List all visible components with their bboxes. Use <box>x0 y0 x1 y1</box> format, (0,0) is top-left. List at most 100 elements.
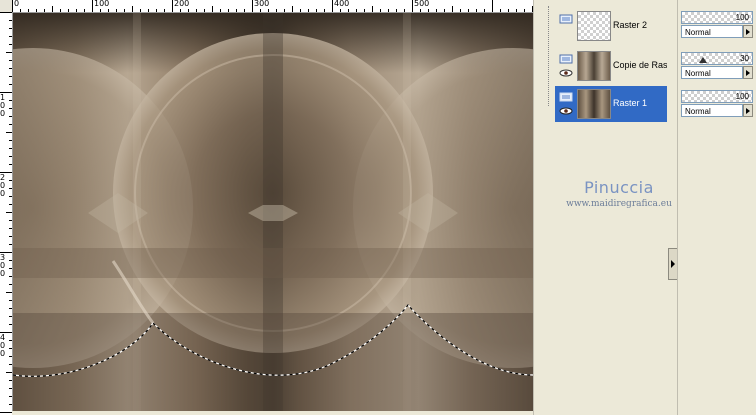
ruler-tick <box>212 6 213 12</box>
ruler-tick <box>52 6 53 12</box>
ruler-tick <box>156 9 157 12</box>
ruler-tick <box>9 396 12 397</box>
ruler-tick <box>9 228 12 229</box>
layer-name[interactable]: Raster 2 <box>613 20 667 30</box>
ruler-tick <box>116 9 117 12</box>
blend-mode-select[interactable]: Normal <box>681 104 743 117</box>
ruler-tick <box>348 9 349 12</box>
ruler-tick <box>500 9 501 12</box>
ruler-tick <box>9 20 12 21</box>
ruler-label: 500 <box>414 0 430 8</box>
ruler-tick <box>340 9 341 12</box>
opacity-value: 30 <box>740 54 749 63</box>
ruler-left[interactable]: 100 200 300 400 <box>0 12 13 415</box>
ruler-tick <box>6 132 12 133</box>
layer-visibility-icon[interactable] <box>559 92 573 102</box>
ruler-tick <box>9 68 12 69</box>
ruler-tick <box>524 9 525 12</box>
layer-tree-line <box>548 6 550 106</box>
ruler-tick <box>9 300 12 301</box>
ruler-tick <box>172 0 173 12</box>
ruler-label: 100 <box>0 93 6 118</box>
ruler-label: 200 <box>174 0 190 8</box>
ruler-tick <box>300 9 301 12</box>
blend-mode-select[interactable]: Normal <box>681 66 743 79</box>
ruler-tick <box>380 9 381 12</box>
ruler-tick <box>412 0 413 12</box>
ruler-tick <box>9 244 12 245</box>
ruler-tick <box>252 0 253 12</box>
ruler-tick <box>9 268 12 269</box>
eye-icon[interactable] <box>559 69 573 77</box>
ruler-tick <box>508 9 509 12</box>
ruler-tick <box>476 9 477 12</box>
blend-mode-select[interactable]: Normal <box>681 25 743 38</box>
ruler-tick <box>9 140 12 141</box>
ruler-tick <box>100 9 101 12</box>
slider-thumb-icon[interactable] <box>699 57 707 63</box>
ruler-tick <box>9 100 12 101</box>
dropdown-arrow-icon[interactable] <box>743 66 753 79</box>
ruler-tick <box>0 92 12 93</box>
ruler-tick <box>9 324 12 325</box>
ruler-tick <box>140 9 141 12</box>
layer-raster-2[interactable]: Raster 2 <box>555 8 667 44</box>
ruler-label: 0 <box>14 0 20 8</box>
watermark: Pinuccia www.maidiregrafica.eu <box>560 178 678 209</box>
ruler-top[interactable]: 0 100 200 300 400 500 <box>12 0 540 13</box>
ruler-tick <box>9 188 12 189</box>
layer-visibility-icon[interactable] <box>559 14 573 24</box>
ruler-tick <box>9 380 12 381</box>
ruler-tick <box>9 116 12 117</box>
ruler-tick <box>12 0 13 12</box>
ruler-tick <box>9 84 12 85</box>
ruler-label: 300 <box>0 253 6 278</box>
dropdown-arrow-icon[interactable] <box>743 25 753 38</box>
ruler-tick <box>0 412 12 413</box>
ruler-tick <box>9 76 12 77</box>
ruler-tick <box>9 148 12 149</box>
ruler-tick <box>308 9 309 12</box>
ruler-tick <box>228 9 229 12</box>
ruler-tick <box>36 9 37 12</box>
ruler-tick <box>324 9 325 12</box>
layer-thumbnail <box>577 51 611 81</box>
ruler-tick <box>68 9 69 12</box>
opacity-slider[interactable]: 30 <box>681 52 753 65</box>
ruler-tick <box>9 340 12 341</box>
expand-arrow-icon <box>671 260 675 268</box>
ruler-tick <box>0 332 12 333</box>
layer-name[interactable]: Raster 1 <box>613 98 667 108</box>
ruler-tick <box>372 6 373 12</box>
ruler-tick <box>292 6 293 12</box>
ruler-tick <box>9 36 12 37</box>
ruler-tick <box>0 12 12 13</box>
ruler-tick <box>468 9 469 12</box>
layer-copie-de-raster[interactable]: Copie de Ras <box>555 48 667 84</box>
ruler-tick <box>9 284 12 285</box>
ruler-tick <box>9 356 12 357</box>
ruler-tick <box>460 9 461 12</box>
canvas-artwork <box>13 13 533 415</box>
opacity-slider[interactable]: 100 <box>681 11 753 24</box>
ruler-tick <box>148 9 149 12</box>
image-canvas[interactable] <box>13 13 533 415</box>
layer-visibility-icon[interactable] <box>559 54 573 64</box>
ruler-tick <box>180 9 181 12</box>
ruler-tick <box>9 348 12 349</box>
ruler-tick <box>396 9 397 12</box>
opacity-slider[interactable]: 100 <box>681 90 753 103</box>
ruler-tick <box>492 0 493 12</box>
ruler-tick <box>0 172 12 173</box>
ruler-tick <box>268 9 269 12</box>
opacity-value: 100 <box>735 92 749 101</box>
dropdown-arrow-icon[interactable] <box>743 104 753 117</box>
ruler-tick <box>420 9 421 12</box>
layer-thumbnail <box>577 11 611 41</box>
layer-raster-1[interactable]: Raster 1 <box>555 86 667 122</box>
ruler-tick <box>0 252 12 253</box>
layer-name[interactable]: Copie de Ras <box>613 60 667 70</box>
ruler-tick <box>60 9 61 12</box>
ruler-tick <box>9 196 12 197</box>
eye-icon[interactable] <box>559 107 573 115</box>
